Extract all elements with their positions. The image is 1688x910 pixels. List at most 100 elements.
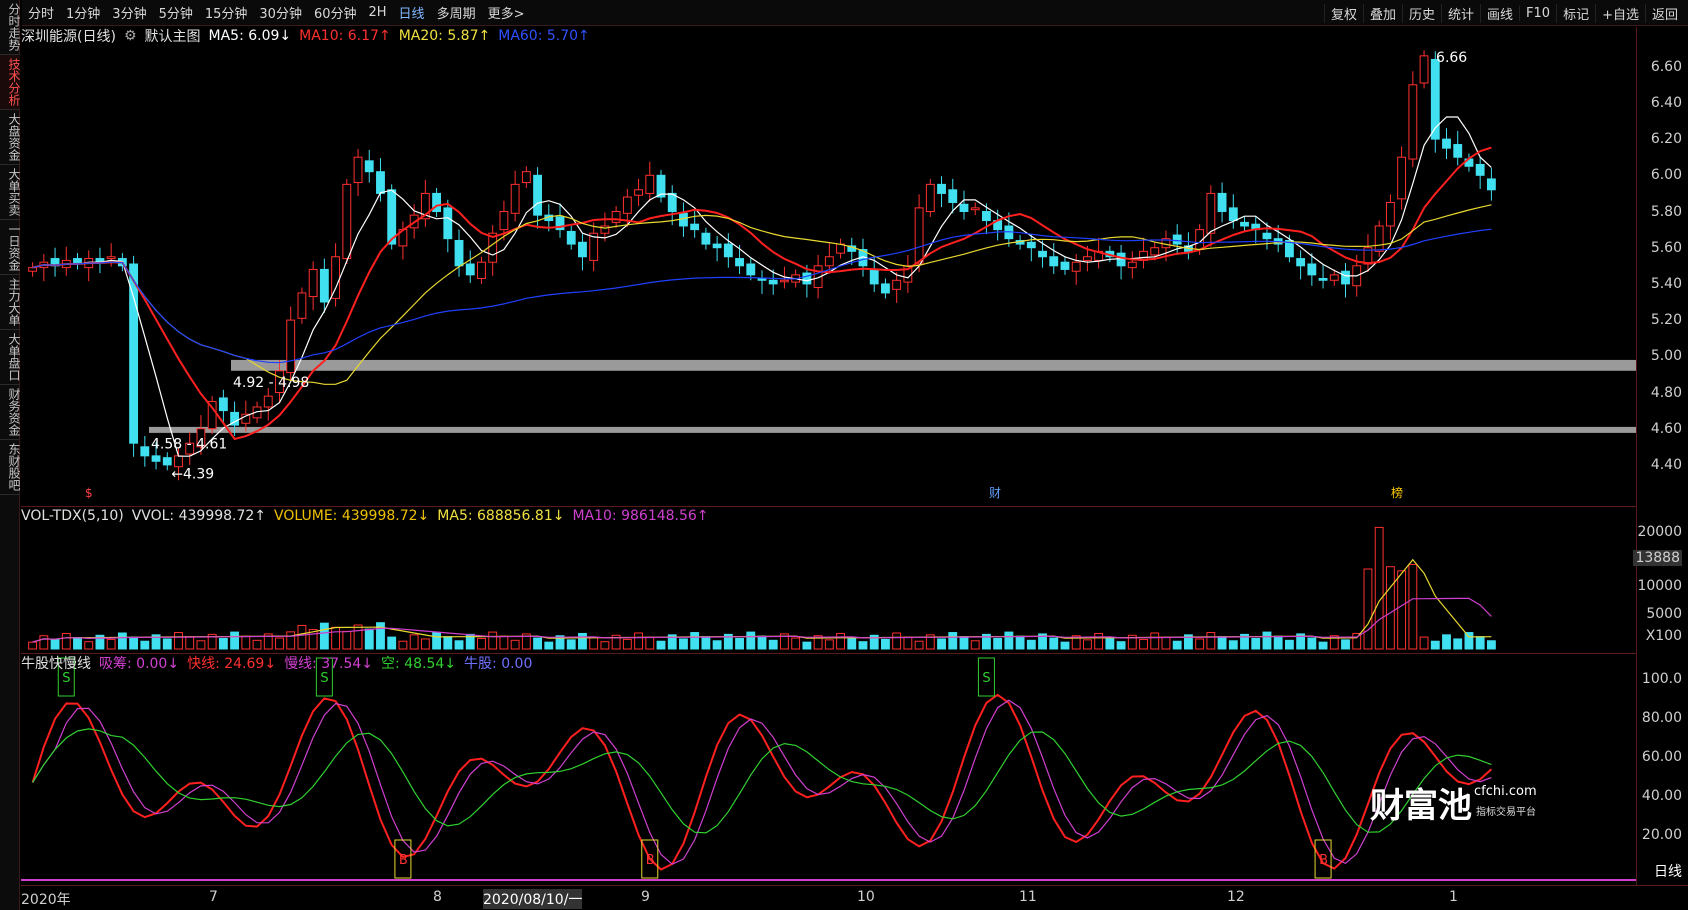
date-tick-2: 8 xyxy=(433,889,442,905)
candle-body-29 xyxy=(353,156,363,184)
sidebar-tab-4[interactable]: 一日资金 xyxy=(0,220,21,275)
volume-bar-13 xyxy=(174,632,183,650)
candle-body-17 xyxy=(218,397,228,412)
sidebar-tab-2[interactable]: 大盘资金 xyxy=(0,110,21,165)
tool-button-8[interactable]: 返回 xyxy=(1644,3,1684,23)
price-tick-3: 6.00 xyxy=(1650,167,1682,184)
indicator-panel[interactable]: 牛股快慢线 吸筹: 0.00↓ 快线: 24.69↓ 慢线: 37.54↓ 空:… xyxy=(21,653,1636,885)
watermark-tagline: 指标交易平台 xyxy=(1476,807,1536,818)
candle-body-84 xyxy=(970,207,980,211)
candlestick-panel[interactable]: 深圳能源(日线) ⚙ 默认主图 MA5: 6.09↓ MA10: 6.17↑ M… xyxy=(21,27,1636,505)
volume-bar-100 xyxy=(1150,632,1160,650)
candle-body-13 xyxy=(174,455,183,468)
candle-body-37 xyxy=(443,207,453,240)
price-tick-5: 5.60 xyxy=(1650,239,1682,256)
volume-bar-18 xyxy=(230,631,240,650)
sidebar-tab-8[interactable]: 东财股吧 xyxy=(0,440,21,495)
volume-bar-112 xyxy=(1284,639,1294,650)
candle-body-91 xyxy=(1049,256,1059,267)
period-tab-10[interactable]: 更多> xyxy=(482,3,531,22)
period-tab-9[interactable]: 多周期 xyxy=(431,3,482,22)
period-tab-5[interactable]: 30分钟 xyxy=(253,3,308,22)
candle-body-79 xyxy=(914,207,924,265)
zone-label-lower: 4.58 - 4.61 xyxy=(151,436,227,452)
period-tab-8[interactable]: 日线 xyxy=(393,3,431,22)
price-tick-1: 6.40 xyxy=(1650,94,1682,111)
tool-buttons: 复权 叠加 历史 统计 画线 F10 标记 +自选 返回 xyxy=(1323,0,1684,26)
volume-bar-53 xyxy=(622,638,632,650)
buy-signal-label: B xyxy=(1319,853,1328,868)
sidebar-tab-6[interactable]: 大单盘口 xyxy=(0,330,21,385)
sidebar-tab-3[interactable]: 大单买卖 xyxy=(0,165,21,220)
indicator-chart[interactable]: S S B B S B xyxy=(21,654,1636,886)
tool-button-3[interactable]: 统计 xyxy=(1441,3,1480,23)
candle-body-10 xyxy=(140,446,150,457)
tool-button-6[interactable]: 标记 xyxy=(1556,3,1595,23)
period-tab-2[interactable]: 3分钟 xyxy=(106,3,152,22)
candle-body-30 xyxy=(364,160,374,173)
tool-button-2[interactable]: 历史 xyxy=(1401,3,1441,23)
sidebar-tab-1[interactable]: 技术分析 xyxy=(0,55,21,110)
candle-body-48 xyxy=(566,230,576,245)
ma10-value: MA10: 6.17↑ xyxy=(299,28,391,44)
kong-line xyxy=(32,728,1492,834)
candle-body-39 xyxy=(465,263,475,276)
volume-chart[interactable] xyxy=(21,507,1636,653)
volume-bar-20 xyxy=(252,639,262,650)
watermark-brand: 财富池 xyxy=(1370,786,1472,826)
period-tab-1[interactable]: 1分钟 xyxy=(60,3,106,22)
volume-bar-37 xyxy=(443,636,453,650)
period-tab-7[interactable]: 2H xyxy=(363,5,393,20)
tool-button-5[interactable]: F10 xyxy=(1519,5,1556,21)
candle-body-61 xyxy=(712,243,722,249)
candle-body-11 xyxy=(151,455,161,462)
volume-bar-86 xyxy=(993,637,1003,650)
volume-bar-28 xyxy=(342,630,352,650)
niugu-value: 牛股: 0.00 xyxy=(464,656,533,672)
candle-body-65 xyxy=(757,277,767,281)
volume-bar-76 xyxy=(881,638,890,650)
sidebar-tab-5[interactable]: 主力大单 xyxy=(0,275,21,330)
volume-bar-130 xyxy=(1486,640,1496,650)
period-tab-4[interactable]: 15分钟 xyxy=(199,3,254,22)
tool-button-7[interactable]: +自选 xyxy=(1595,3,1645,23)
candle-body-126 xyxy=(1442,138,1451,149)
date-tick-5: 10 xyxy=(857,889,875,905)
volume-bar-84 xyxy=(970,640,980,650)
date-tick-1: 7 xyxy=(209,889,218,905)
candlestick-chart[interactable]: 6.66 ←4.39 4.92 - 4.98 4.58 - 4.61 财 榜 $ xyxy=(21,27,1636,505)
tool-button-1[interactable]: 叠加 xyxy=(1362,3,1402,23)
candle-body-12 xyxy=(162,457,172,466)
volume-panel[interactable]: VOL-TDX(5,10) VVOL: 439998.72↑ VOLUME: 4… xyxy=(21,506,1636,652)
volume-bar-23 xyxy=(286,631,296,650)
volume-title: VOL-TDX(5,10) xyxy=(21,508,124,524)
volume-bar-127 xyxy=(1453,638,1463,650)
indicator-legend: 牛股快慢线 吸筹: 0.00↓ 快线: 24.69↓ 慢线: 37.54↓ 空:… xyxy=(21,654,540,672)
volume-bar-83 xyxy=(959,636,969,650)
indicator-title[interactable]: 牛股快慢线 xyxy=(21,653,91,673)
candle-body-117 xyxy=(1341,270,1350,285)
volume-tick-4: X100 xyxy=(1645,628,1682,644)
indicator-tick-4: 20.00 xyxy=(1641,827,1682,843)
fast-line xyxy=(31,693,1493,871)
settings-gear-icon[interactable]: ⚙ xyxy=(124,28,137,44)
candle-body-110 xyxy=(1262,232,1272,240)
volume-bar-46 xyxy=(544,641,554,650)
period-tab-0[interactable]: 分时 xyxy=(22,3,60,22)
tool-button-4[interactable]: 画线 xyxy=(1480,3,1519,23)
candle-body-63 xyxy=(735,258,744,267)
volume-bar-99 xyxy=(1139,638,1148,650)
sidebar-tab-0[interactable]: 分时走势 xyxy=(0,0,21,55)
volume-bar-19 xyxy=(241,635,251,650)
price-tick-7: 5.20 xyxy=(1650,312,1682,329)
period-tab-6[interactable]: 60分钟 xyxy=(308,3,363,22)
candle-body-69 xyxy=(802,272,812,285)
candle-body-97 xyxy=(1116,252,1126,267)
tool-button-0[interactable]: 复权 xyxy=(1323,3,1363,23)
candle-body-62 xyxy=(723,243,733,258)
sidebar-tab-7[interactable]: 财务资金 xyxy=(0,385,21,440)
volume-bar-105 xyxy=(1206,632,1216,650)
ma60-value: MA60: 5.70↑ xyxy=(498,28,590,44)
period-tab-3[interactable]: 5分钟 xyxy=(153,3,199,22)
indicator-name[interactable]: 默认主图 xyxy=(145,26,201,46)
